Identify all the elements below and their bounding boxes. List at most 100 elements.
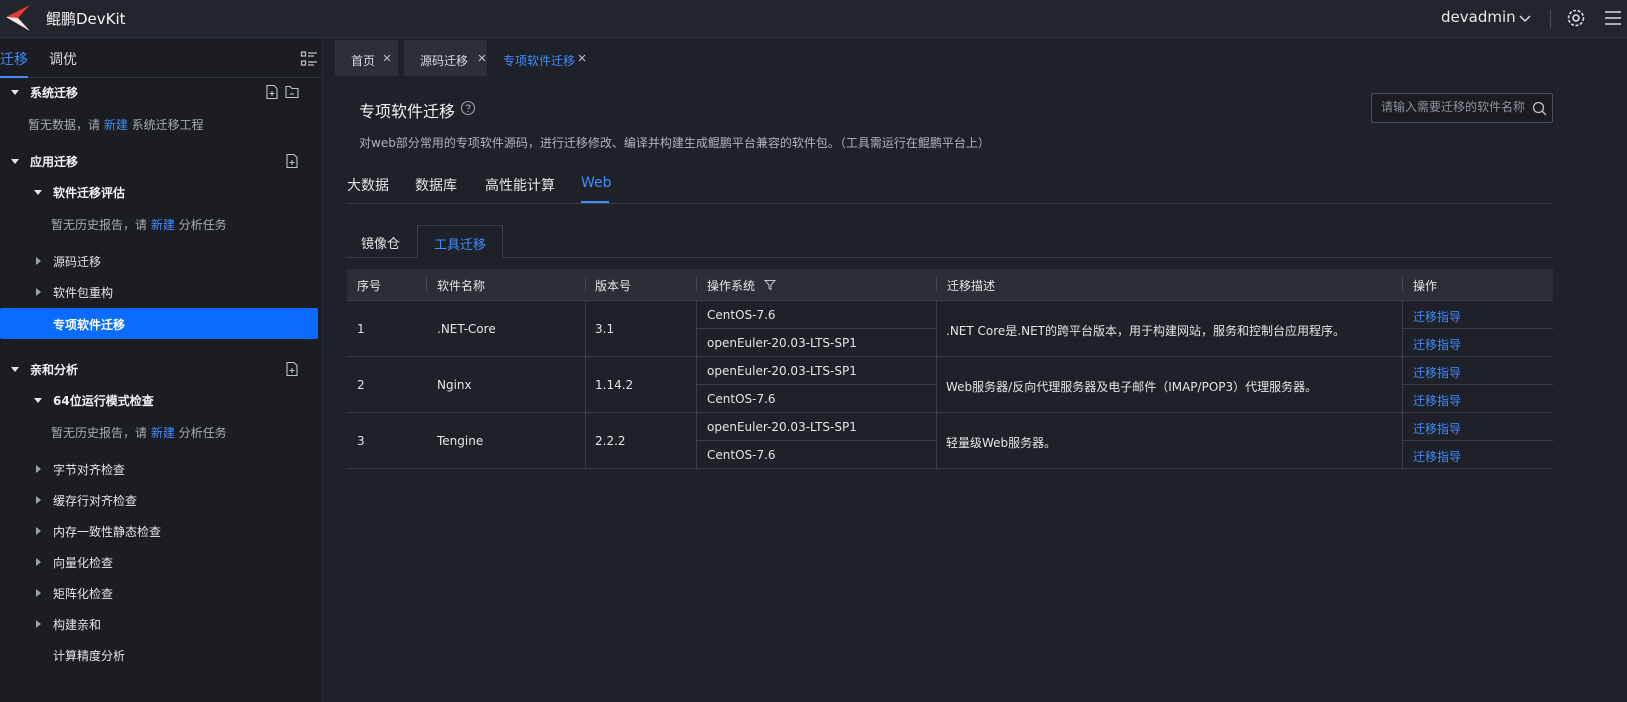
subtab-image-repo[interactable]: 镜像仓 <box>345 225 416 258</box>
new-file-icon[interactable] <box>264 84 280 100</box>
category-tab-web[interactable]: Web <box>581 175 612 191</box>
row-divider <box>347 300 1553 301</box>
caret-right-icon[interactable] <box>33 256 43 266</box>
check64-empty-hint: 暂无历史报告，请 新建 分析任务 <box>51 426 227 440</box>
new-assess-link[interactable]: 新建 <box>151 218 175 232</box>
migration-guide-link[interactable]: 迁移指导 <box>1413 364 1461 381</box>
tree-system-migration[interactable]: 系统迁移 <box>0 77 322 107</box>
caret-right-icon[interactable] <box>33 495 43 505</box>
category-tab-bigdata[interactable]: 大数据 <box>347 175 389 195</box>
new-check64-link[interactable]: 新建 <box>151 426 175 440</box>
row-divider <box>1403 384 1553 385</box>
subtab-divider <box>347 257 1553 258</box>
row1-desc: .NET Core是.NET的跨平台版本，用于构建网站，服务和控制台应用程序。 <box>946 324 1345 338</box>
gear-icon[interactable] <box>1565 7 1587 29</box>
category-tab-hpc[interactable]: 高性能计算 <box>485 175 555 195</box>
search-box[interactable] <box>1371 93 1553 123</box>
filter-icon[interactable] <box>764 279 776 291</box>
header-name: 软件名称 <box>437 279 486 293</box>
column-divider <box>426 277 427 292</box>
caret-right-icon[interactable] <box>33 557 43 567</box>
column-line <box>585 300 586 468</box>
help-icon[interactable] <box>460 100 476 116</box>
tree-package-rebuild[interactable]: 软件包重构 <box>0 277 322 307</box>
tree-affinity-analysis[interactable]: 亲和分析 <box>0 354 322 384</box>
row3-os1: openEuler-20.03-LTS-SP1 <box>707 420 857 434</box>
row1-name: .NET-Core <box>437 322 496 336</box>
sidebar: 迁移 调优 系统迁移 暂无数据，请 新建 系统迁移工程 应用迁移 软件迁移评估 … <box>0 38 323 702</box>
caret-down-icon[interactable] <box>33 395 43 405</box>
tab-label: 源码迁移 <box>420 54 469 68</box>
tree-64bit-check[interactable]: 64位运行模式检查 <box>0 385 322 415</box>
divider <box>1550 10 1551 28</box>
tree-app-migration[interactable]: 应用迁移 <box>0 146 322 176</box>
caret-down-icon[interactable] <box>10 87 20 97</box>
row1-os2: openEuler-20.03-LTS-SP1 <box>707 336 857 350</box>
page-title: 专项软件迁移 <box>359 102 456 121</box>
row-divider <box>697 440 937 441</box>
category-divider <box>347 203 1553 204</box>
top-bar: 鲲鹏DevKit devadmin <box>0 0 1627 38</box>
caret-right-icon[interactable] <box>33 526 43 536</box>
row2-os2: CentOS-7.6 <box>707 392 776 406</box>
tab-home[interactable]: 首页 <box>335 40 398 76</box>
migration-guide-link[interactable]: 迁移指导 <box>1413 392 1461 409</box>
search-icon[interactable] <box>1532 101 1547 116</box>
subtab-tool-migration[interactable]: 工具迁移 <box>417 225 504 258</box>
row3-os2: CentOS-7.6 <box>707 448 776 462</box>
tree-memory-consistency[interactable]: 内存一致性静态检查 <box>0 516 322 546</box>
table-header: 序号 软件名称 版本号 操作系统 迁移描述 操作 <box>347 269 1553 300</box>
caret-down-icon[interactable] <box>33 187 43 197</box>
tree-label: 亲和分析 <box>30 362 79 377</box>
system-empty-hint: 暂无数据，请 新建 系统迁移工程 <box>28 118 204 132</box>
new-system-link[interactable]: 新建 <box>104 118 128 132</box>
close-icon[interactable] <box>383 54 391 62</box>
tree-precision-analysis[interactable]: 计算精度分析 <box>0 640 322 670</box>
tree-label: 构建亲和 <box>53 617 102 632</box>
search-input[interactable] <box>1381 100 1527 114</box>
migration-guide-link[interactable]: 迁移指导 <box>1413 308 1461 325</box>
tree-cacheline-align[interactable]: 缓存行对齐检查 <box>0 485 322 515</box>
row2-os1: openEuler-20.03-LTS-SP1 <box>707 364 857 378</box>
new-file-icon[interactable] <box>284 153 300 169</box>
active-category-indicator <box>581 201 609 203</box>
user-menu[interactable]: devadmin <box>1441 8 1516 26</box>
tab-migration[interactable]: 迁移 <box>0 49 28 69</box>
migration-guide-link[interactable]: 迁移指导 <box>1413 420 1461 437</box>
tree-matrixization[interactable]: 矩阵化检查 <box>0 578 322 608</box>
tab-special-migration[interactable]: 专项软件迁移 <box>487 40 599 76</box>
row-divider <box>347 356 1553 357</box>
hamburger-menu-icon[interactable] <box>1603 8 1623 28</box>
tab-tuning[interactable]: 调优 <box>49 49 77 69</box>
tree-label: 软件迁移评估 <box>53 185 126 200</box>
tree-software-assess[interactable]: 软件迁移评估 <box>0 177 322 207</box>
list-view-icon[interactable] <box>300 50 318 68</box>
caret-right-icon[interactable] <box>33 464 43 474</box>
caret-right-icon[interactable] <box>33 619 43 629</box>
tree-source-migration[interactable]: 源码迁移 <box>0 246 322 276</box>
category-tab-database[interactable]: 数据库 <box>415 175 457 195</box>
tab-source-migration[interactable]: 源码迁移 <box>404 40 494 76</box>
migration-guide-link[interactable]: 迁移指导 <box>1413 448 1461 465</box>
row1-os1: CentOS-7.6 <box>707 308 776 322</box>
tree-special-migration[interactable]: 专项软件迁移 <box>0 308 318 339</box>
import-file-icon[interactable] <box>284 84 300 100</box>
tree-build-affinity[interactable]: 构建亲和 <box>0 609 322 639</box>
new-file-icon[interactable] <box>284 361 300 377</box>
chevron-down-icon[interactable] <box>1518 12 1532 26</box>
header-os: 操作系统 <box>707 279 756 293</box>
column-line <box>1402 300 1403 468</box>
column-line <box>696 300 697 468</box>
caret-down-icon[interactable] <box>10 364 20 374</box>
caret-right-icon[interactable] <box>33 588 43 598</box>
migration-guide-link[interactable]: 迁移指导 <box>1413 336 1461 353</box>
caret-down-icon[interactable] <box>10 156 20 166</box>
tree-vectorization[interactable]: 向量化检查 <box>0 547 322 577</box>
caret-right-icon[interactable] <box>33 287 43 297</box>
tree-label: 系统迁移 <box>30 85 79 100</box>
close-icon[interactable] <box>578 54 586 62</box>
tree-label: 专项软件迁移 <box>53 318 126 332</box>
tree-byte-align[interactable]: 字节对齐检查 <box>0 454 322 484</box>
close-icon[interactable] <box>478 54 486 62</box>
header-action: 操作 <box>1413 279 1438 293</box>
